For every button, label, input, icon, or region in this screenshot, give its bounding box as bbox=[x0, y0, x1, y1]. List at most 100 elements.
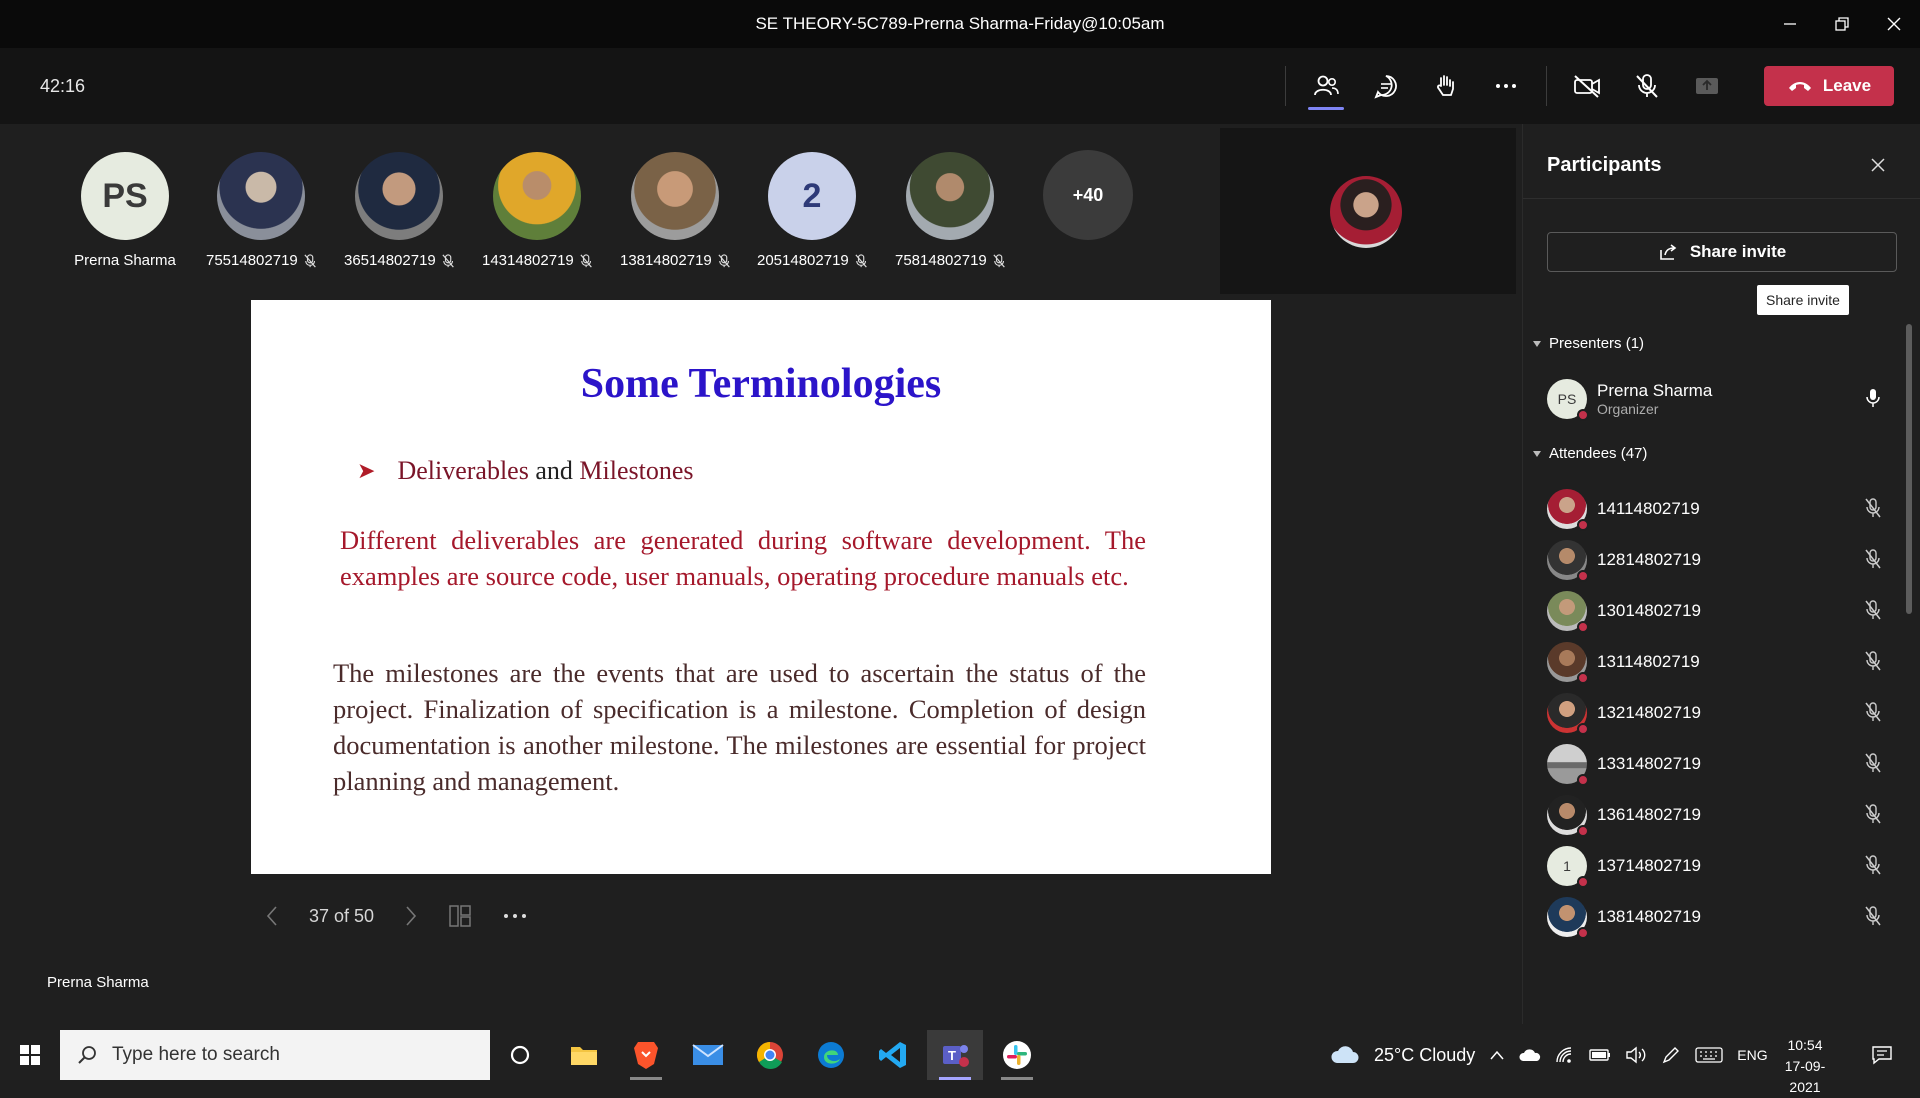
status-dot bbox=[1577, 570, 1589, 582]
mail-app[interactable] bbox=[680, 1030, 736, 1080]
action-center-button[interactable] bbox=[1860, 1030, 1904, 1080]
panel-scrollbar[interactable] bbox=[1906, 324, 1912, 614]
minimize-button[interactable] bbox=[1764, 0, 1816, 48]
attendee-row[interactable]: 13614802719 bbox=[1547, 790, 1897, 840]
previous-slide-icon[interactable] bbox=[265, 905, 279, 927]
attendees-section-header[interactable]: Attendees (47) bbox=[1533, 445, 1647, 462]
mic-icon bbox=[1866, 389, 1880, 407]
attendee-row[interactable]: 12814802719 bbox=[1547, 535, 1897, 585]
slack-icon bbox=[1003, 1041, 1031, 1069]
edge-app[interactable] bbox=[803, 1030, 859, 1080]
window-controls bbox=[1764, 0, 1920, 48]
chrome-icon bbox=[756, 1041, 783, 1069]
vscode-app[interactable] bbox=[865, 1030, 921, 1080]
mic-off-icon bbox=[1865, 804, 1881, 824]
taskbar-search-box[interactable]: Type here to search bbox=[60, 1030, 490, 1080]
teams-app[interactable]: T bbox=[927, 1030, 983, 1080]
raise-hand-button[interactable] bbox=[1416, 48, 1476, 124]
status-dot bbox=[1577, 876, 1589, 888]
attendee-row[interactable]: 13214802719 bbox=[1547, 688, 1897, 738]
bullet-text-part2: Milestones bbox=[579, 456, 694, 485]
chevron-down-icon bbox=[1533, 340, 1541, 347]
window-titlebar: SE THEORY-5C789-Prerna Sharma-Friday@10:… bbox=[0, 0, 1920, 48]
folder-icon bbox=[571, 1047, 597, 1065]
restore-button[interactable] bbox=[1816, 0, 1868, 48]
pen-icon[interactable] bbox=[1661, 1045, 1681, 1065]
language-indicator[interactable]: ENG bbox=[1737, 1047, 1767, 1063]
attendee-row[interactable]: 13014802719 bbox=[1547, 586, 1897, 636]
mic-button[interactable] bbox=[1617, 48, 1677, 124]
avatar bbox=[1547, 642, 1589, 684]
chrome-app[interactable] bbox=[742, 1030, 798, 1080]
share-tray-button[interactable] bbox=[1677, 48, 1737, 124]
strip-participant[interactable]: 14314802719 bbox=[482, 152, 592, 269]
attendee-row[interactable]: 13814802719 bbox=[1547, 892, 1897, 942]
avatar-initials: 1 bbox=[1563, 858, 1571, 874]
share-invite-button[interactable]: Share invite bbox=[1547, 232, 1897, 272]
participant-name: 36514802719 bbox=[344, 252, 436, 269]
leave-button[interactable]: Leave bbox=[1764, 66, 1894, 106]
presenter-row[interactable]: PS Prerna Sharma Organizer bbox=[1547, 374, 1897, 424]
slide-title: Some Terminologies bbox=[580, 361, 942, 407]
participants-toggle-button[interactable] bbox=[1296, 48, 1356, 124]
slide-paragraph-deliverables: Different deliverables are generated dur… bbox=[340, 525, 1146, 591]
strip-participant[interactable]: 13814802719 bbox=[620, 152, 730, 269]
attendee-row[interactable]: 13114802719 bbox=[1547, 637, 1897, 687]
close-window-button[interactable] bbox=[1868, 0, 1920, 48]
strip-participant[interactable]: PS Prerna Sharma bbox=[70, 152, 180, 269]
status-dot bbox=[1577, 409, 1589, 421]
chevron-up-icon[interactable] bbox=[1489, 1049, 1505, 1061]
weather-text[interactable]: 25°C Cloudy bbox=[1374, 1045, 1475, 1066]
volume-icon[interactable] bbox=[1625, 1046, 1647, 1064]
start-button[interactable] bbox=[0, 1030, 60, 1080]
panel-divider bbox=[1523, 198, 1920, 199]
strip-participant[interactable]: 75814802719 bbox=[895, 152, 1005, 269]
more-count: +40 bbox=[1072, 184, 1104, 205]
avatar bbox=[355, 152, 443, 240]
attendee-row[interactable]: 13314802719 bbox=[1547, 739, 1897, 789]
mic-off-icon bbox=[1865, 753, 1881, 773]
slack-app[interactable] bbox=[989, 1030, 1045, 1080]
keyboard-icon[interactable] bbox=[1695, 1046, 1723, 1064]
attendee-row[interactable]: 1 13714802719 bbox=[1547, 841, 1897, 891]
slide-grid-icon[interactable] bbox=[448, 904, 472, 928]
task-view-button[interactable] bbox=[492, 1030, 548, 1080]
participants-panel: Participants Share invite Share invite P… bbox=[1522, 124, 1920, 1024]
mic-off-icon bbox=[855, 253, 867, 268]
search-placeholder: Type here to search bbox=[112, 1044, 280, 1065]
onedrive-icon[interactable] bbox=[1519, 1048, 1541, 1062]
strip-participant[interactable]: 75514802719 bbox=[206, 152, 316, 269]
battery-icon[interactable] bbox=[1589, 1048, 1611, 1062]
strip-participant[interactable]: 36514802719 bbox=[344, 152, 454, 269]
strip-participant[interactable]: 2 20514802719 bbox=[757, 152, 867, 269]
meeting-timer: 42:16 bbox=[40, 76, 86, 96]
avatar bbox=[906, 152, 994, 240]
next-slide-icon[interactable] bbox=[404, 905, 418, 927]
wifi-icon[interactable] bbox=[1555, 1046, 1575, 1064]
attendee-row[interactable]: 14114802719 bbox=[1547, 484, 1897, 534]
participant-name: 20514802719 bbox=[757, 252, 849, 269]
chat-button[interactable] bbox=[1356, 48, 1416, 124]
avatar: PS bbox=[81, 152, 169, 240]
more-icon bbox=[1496, 84, 1516, 88]
close-panel-button[interactable] bbox=[1863, 150, 1893, 180]
status-dot bbox=[1577, 825, 1589, 837]
mic-off-icon bbox=[1865, 702, 1881, 722]
more-actions-button[interactable] bbox=[1476, 48, 1536, 124]
brave-browser-app[interactable] bbox=[618, 1030, 674, 1080]
camera-button[interactable] bbox=[1557, 48, 1617, 124]
more-participants-button[interactable]: +40 bbox=[1043, 150, 1133, 240]
mic-off-icon bbox=[1636, 74, 1658, 98]
presenters-section-header[interactable]: Presenters (1) bbox=[1533, 335, 1644, 352]
cloudy-weather-icon[interactable] bbox=[1330, 1044, 1360, 1066]
panel-title: Participants bbox=[1547, 154, 1662, 176]
avatar-initials: PS bbox=[1557, 391, 1577, 407]
avatar: 1 bbox=[1547, 846, 1589, 888]
slide-more-icon[interactable] bbox=[502, 911, 528, 921]
taskbar-clock[interactable]: 10:54 17-09-2021 bbox=[1770, 1035, 1840, 1098]
vscode-icon bbox=[879, 1042, 906, 1068]
slide-bullet: ➤ Deliverables and Milestones bbox=[357, 456, 693, 486]
attendee-name: 13614802719 bbox=[1597, 805, 1702, 824]
file-explorer-app[interactable] bbox=[556, 1030, 612, 1080]
avatar-initials: 2 bbox=[802, 176, 822, 215]
